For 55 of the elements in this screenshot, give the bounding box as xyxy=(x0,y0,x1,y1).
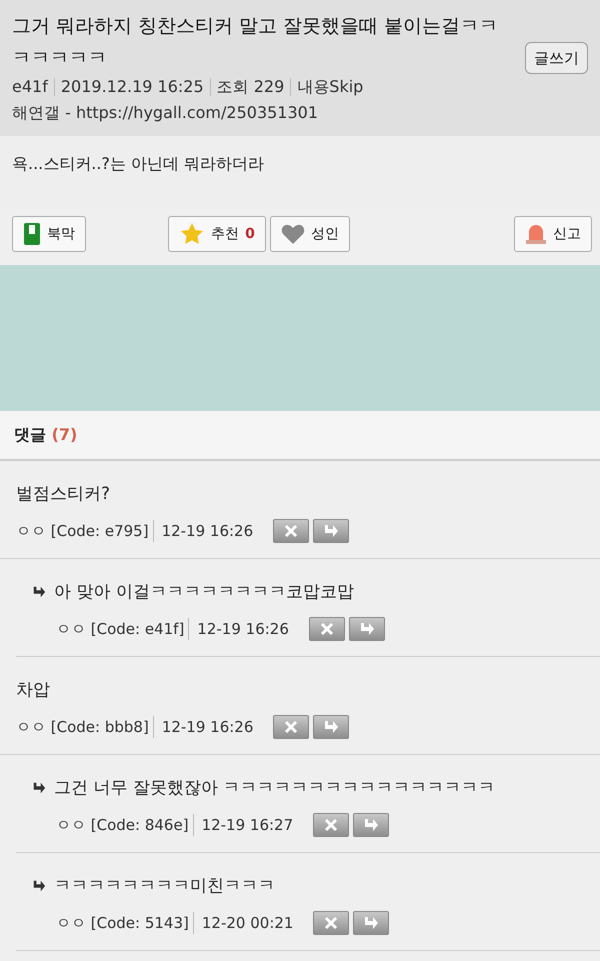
reply-arrow-icon xyxy=(32,585,46,599)
comment-text: 벌점스티커? xyxy=(16,483,110,506)
comment-author: ㅇㅇ [Code: bbb8] xyxy=(16,716,149,738)
comment-text: 차압 xyxy=(16,679,50,702)
delete-button[interactable] xyxy=(308,617,345,641)
reply-button[interactable] xyxy=(313,519,350,543)
reply-button[interactable] xyxy=(353,911,390,935)
meta-text: 2019.12.19 16:25 xyxy=(60,76,204,98)
close-icon xyxy=(324,818,338,832)
siren-icon xyxy=(524,223,547,245)
close-icon xyxy=(320,622,334,636)
comment-author: ㅇㅇ [Code: 5143] xyxy=(56,912,189,934)
post-title: 그거 뭐라하지 칭찬스티커 말고 잘못했을때 붙이는걸ㅋㅋㅋㅋㅋㅋㅋ xyxy=(12,14,500,71)
comment-text: ㅋㅋㅋㅋㅋㅋㅋㅋ미친ㅋㅋㅋ xyxy=(54,875,275,898)
close-icon xyxy=(324,916,338,930)
meta-text: 조회 229 xyxy=(216,76,284,98)
delete-button[interactable] xyxy=(313,813,350,837)
star-icon xyxy=(179,222,206,246)
meta-text: 내용Skip xyxy=(297,76,364,98)
comment-text: 아 맞아 이걸ㅋㅋㅋㅋㅋㅋㅋㅋ코맙코맙 xyxy=(54,581,354,604)
action-button[interactable]: 북막 xyxy=(12,216,86,252)
delete-button[interactable] xyxy=(273,715,310,739)
delete-button[interactable] xyxy=(313,911,350,935)
action-button[interactable]: 성인 xyxy=(270,216,350,252)
book-icon xyxy=(23,222,41,246)
delete-button[interactable] xyxy=(273,519,310,543)
action-button[interactable]: 추천 0 xyxy=(168,216,266,252)
comment-time: 12-19 16:26 xyxy=(162,716,254,738)
comment-time: 12-19 16:27 xyxy=(202,814,294,836)
reply-button[interactable] xyxy=(353,813,390,837)
write-button[interactable]: 글쓰기 xyxy=(525,42,588,74)
comment-text: 그건 너무 잘못했잖아 ㅋㅋㅋㅋㅋㅋㅋㅋㅋㅋㅋㅋㅋㅋㅋㅋ xyxy=(54,777,496,800)
heart-icon xyxy=(280,223,305,245)
reply-arrow-icon xyxy=(363,818,380,832)
reply-arrow-icon xyxy=(32,781,46,795)
comment-author: ㅇㅇ [Code: e795] xyxy=(16,520,149,542)
meta-text: e41f xyxy=(12,76,48,98)
comments-label: 댓글 xyxy=(14,425,46,444)
close-icon xyxy=(284,524,298,538)
reply-button[interactable] xyxy=(348,617,385,641)
comment-author: ㅇㅇ [Code: e41f] xyxy=(56,618,184,640)
comment-time: 12-20 00:21 xyxy=(202,912,294,934)
reply-arrow-icon xyxy=(32,879,46,893)
source-link[interactable]: 해연갤 - https://hygall.com/250351301 xyxy=(12,100,517,126)
action-button[interactable]: 신고 xyxy=(514,216,592,252)
comment-author: ㅇㅇ [Code: 846e] xyxy=(56,814,189,836)
reply-arrow-icon xyxy=(323,720,340,734)
comment-count: (7) xyxy=(52,425,78,444)
reply-arrow-icon xyxy=(363,916,380,930)
comment-time: 12-19 16:26 xyxy=(197,618,289,640)
close-icon xyxy=(284,720,298,734)
reply-arrow-icon xyxy=(323,524,340,538)
reply-arrow-icon xyxy=(358,622,375,636)
comment-time: 12-19 16:26 xyxy=(162,520,254,542)
reply-button[interactable] xyxy=(313,715,350,739)
